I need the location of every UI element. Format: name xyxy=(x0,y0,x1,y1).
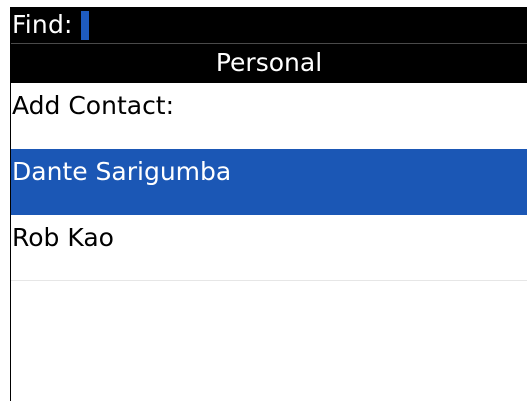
contact-item-rob-kao[interactable]: Rob Kao xyxy=(11,215,527,281)
add-contact-item[interactable]: Add Contact: xyxy=(11,83,527,149)
find-label: Find: xyxy=(12,10,73,39)
contact-item-dante-sarigumba[interactable]: Dante Sarigumba xyxy=(11,149,527,215)
text-cursor-icon xyxy=(80,10,89,40)
contacts-screen: Find: Personal Add Contact: Dante Sarigu… xyxy=(10,7,527,401)
find-input[interactable] xyxy=(80,7,89,43)
contact-list: Add Contact: Dante Sarigumba Rob Kao xyxy=(11,83,527,281)
find-bar[interactable]: Find: xyxy=(11,7,527,43)
group-header-personal: Personal xyxy=(11,43,527,83)
